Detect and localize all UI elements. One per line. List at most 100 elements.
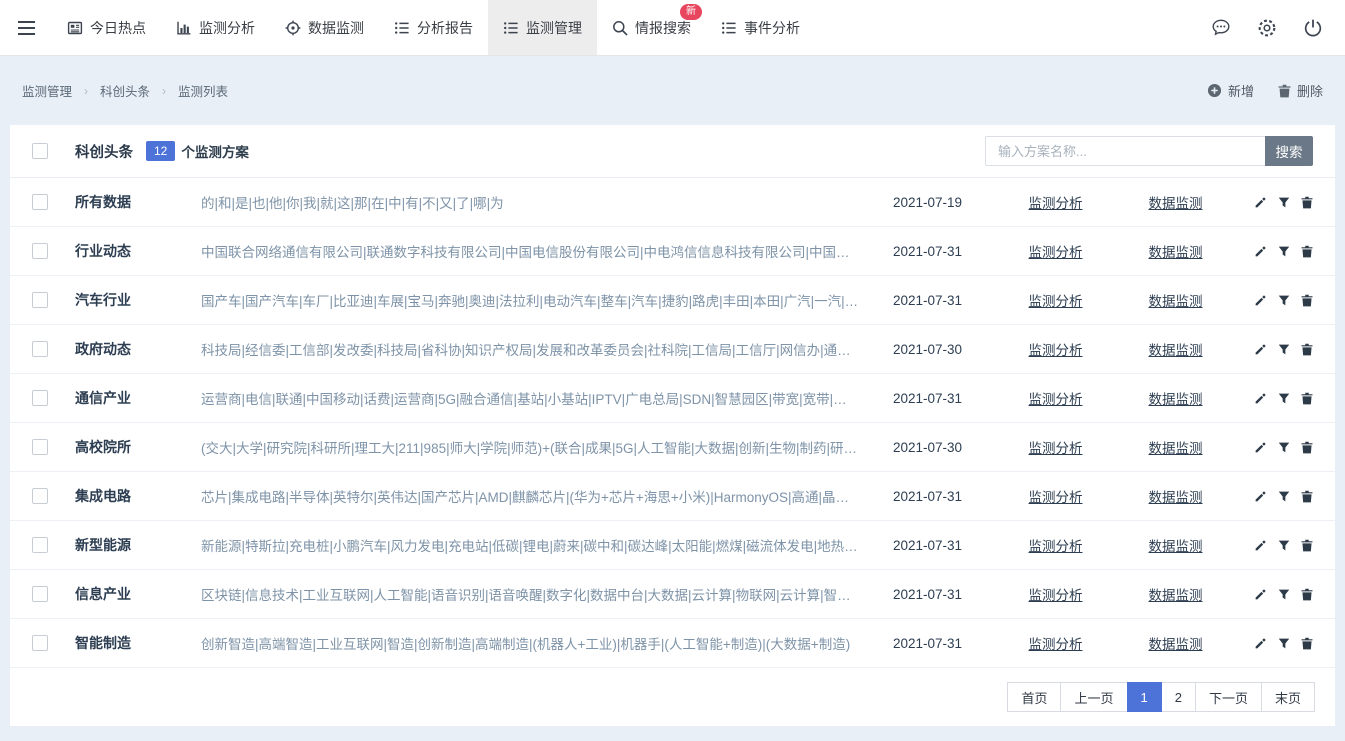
- monitor-analysis-link[interactable]: 监测分析: [993, 633, 1118, 653]
- filter-icon[interactable]: [1278, 196, 1290, 209]
- filter-icon[interactable]: [1278, 490, 1290, 503]
- logout-button[interactable]: [1303, 18, 1323, 38]
- filter-icon[interactable]: [1278, 441, 1290, 454]
- delete-icon[interactable]: [1301, 343, 1313, 356]
- row-checkbox[interactable]: [32, 194, 48, 210]
- pagination-prev[interactable]: 上一页: [1060, 682, 1127, 712]
- nav-item-intel-search[interactable]: 情报搜索 新: [597, 0, 706, 55]
- monitor-analysis-link[interactable]: 监测分析: [993, 192, 1118, 212]
- plan-keywords: 的|和|是|也|他|你|我|就|这|那|在|中|有|不|又|了|哪|为: [201, 192, 859, 212]
- row-checkbox[interactable]: [32, 243, 48, 259]
- data-monitor-link[interactable]: 数据监测: [1118, 241, 1233, 261]
- menu-toggle-button[interactable]: [0, 0, 52, 55]
- nav-item-label: 分析报告: [417, 18, 473, 38]
- nav-item-data-monitor[interactable]: 数据监测: [270, 0, 379, 55]
- monitor-analysis-link[interactable]: 监测分析: [993, 437, 1118, 457]
- breadcrumb-separator: ›: [84, 84, 88, 98]
- delete-icon[interactable]: [1301, 441, 1313, 454]
- monitor-analysis-link[interactable]: 监测分析: [993, 486, 1118, 506]
- edit-icon[interactable]: [1254, 343, 1267, 356]
- data-monitor-link[interactable]: 数据监测: [1118, 486, 1233, 506]
- delete-icon[interactable]: [1301, 294, 1313, 307]
- edit-icon[interactable]: [1254, 245, 1267, 258]
- data-monitor-link[interactable]: 数据监测: [1118, 633, 1233, 653]
- filter-icon[interactable]: [1278, 588, 1290, 601]
- data-monitor-link[interactable]: 数据监测: [1118, 584, 1233, 604]
- pagination-last[interactable]: 末页: [1261, 682, 1315, 712]
- table-row: 信息产业 区块链|信息技术|工业互联网|人工智能|语音识别|语音唤醒|数字化|数…: [10, 570, 1335, 619]
- panel-title: 科创头条: [75, 141, 133, 162]
- plan-search-input[interactable]: [985, 136, 1265, 166]
- pagination-page[interactable]: 1: [1127, 682, 1162, 712]
- row-checkbox[interactable]: [32, 292, 48, 308]
- row-checkbox[interactable]: [32, 390, 48, 406]
- edit-icon[interactable]: [1254, 539, 1267, 552]
- row-checkbox[interactable]: [32, 341, 48, 357]
- delete-icon[interactable]: [1301, 490, 1313, 503]
- delete-selected-button[interactable]: 删除: [1278, 81, 1323, 100]
- row-checkbox[interactable]: [32, 439, 48, 455]
- filter-icon[interactable]: [1278, 392, 1290, 405]
- row-checkbox[interactable]: [32, 635, 48, 651]
- delete-icon[interactable]: [1301, 245, 1313, 258]
- edit-icon[interactable]: [1254, 294, 1267, 307]
- filter-icon[interactable]: [1278, 294, 1290, 307]
- filter-icon[interactable]: [1278, 637, 1290, 650]
- edit-icon[interactable]: [1254, 441, 1267, 454]
- data-monitor-link[interactable]: 数据监测: [1118, 437, 1233, 457]
- data-monitor-link[interactable]: 数据监测: [1118, 339, 1233, 359]
- monitor-analysis-link[interactable]: 监测分析: [993, 241, 1118, 261]
- nav-item-analysis-report[interactable]: 分析报告: [379, 0, 488, 55]
- edit-icon[interactable]: [1254, 637, 1267, 650]
- edit-icon[interactable]: [1254, 392, 1267, 405]
- breadcrumb-plan-group[interactable]: 科创头条: [100, 81, 150, 100]
- nav-item-event-analysis[interactable]: 事件分析: [706, 0, 815, 55]
- monitor-analysis-link[interactable]: 监测分析: [993, 584, 1118, 604]
- plan-name: 智能制造: [75, 633, 201, 653]
- select-all-checkbox[interactable]: [32, 143, 48, 159]
- delete-icon[interactable]: [1301, 196, 1313, 209]
- row-checkbox[interactable]: [32, 537, 48, 553]
- delete-button-label: 删除: [1297, 81, 1323, 100]
- row-actions: [1233, 245, 1313, 258]
- filter-icon[interactable]: [1278, 539, 1290, 552]
- plan-date: 2021-07-31: [893, 293, 993, 308]
- pagination-page[interactable]: 2: [1161, 682, 1196, 712]
- list-icon: [503, 20, 519, 36]
- row-actions: [1233, 196, 1313, 209]
- monitor-analysis-link[interactable]: 监测分析: [993, 388, 1118, 408]
- monitor-analysis-link[interactable]: 监测分析: [993, 535, 1118, 555]
- pagination-next[interactable]: 下一页: [1195, 682, 1262, 712]
- data-monitor-link[interactable]: 数据监测: [1118, 388, 1233, 408]
- search-icon: [612, 20, 628, 36]
- delete-icon[interactable]: [1301, 392, 1313, 405]
- monitor-analysis-link[interactable]: 监测分析: [993, 290, 1118, 310]
- delete-icon[interactable]: [1301, 637, 1313, 650]
- breadcrumb-monitor-manage[interactable]: 监测管理: [22, 81, 72, 100]
- nav-item-today-hot[interactable]: 今日热点: [52, 0, 161, 55]
- edit-icon[interactable]: [1254, 588, 1267, 601]
- row-checkbox[interactable]: [32, 488, 48, 504]
- nav-item-monitor-analysis[interactable]: 监测分析: [161, 0, 270, 55]
- delete-icon[interactable]: [1301, 539, 1313, 552]
- filter-icon[interactable]: [1278, 245, 1290, 258]
- plan-date: 2021-07-19: [893, 195, 993, 210]
- breadcrumb-monitor-list[interactable]: 监测列表: [178, 81, 228, 100]
- delete-icon[interactable]: [1301, 588, 1313, 601]
- messages-button[interactable]: [1211, 18, 1231, 37]
- data-monitor-link[interactable]: 数据监测: [1118, 290, 1233, 310]
- nav-item-label: 监测分析: [199, 18, 255, 38]
- add-button[interactable]: 新增: [1207, 81, 1254, 100]
- search-button[interactable]: 搜索: [1265, 136, 1313, 166]
- settings-button[interactable]: [1257, 18, 1277, 38]
- data-monitor-link[interactable]: 数据监测: [1118, 535, 1233, 555]
- row-checkbox[interactable]: [32, 586, 48, 602]
- edit-icon[interactable]: [1254, 490, 1267, 503]
- edit-icon[interactable]: [1254, 196, 1267, 209]
- filter-icon[interactable]: [1278, 343, 1290, 356]
- data-monitor-link[interactable]: 数据监测: [1118, 192, 1233, 212]
- pagination-first[interactable]: 首页: [1007, 682, 1061, 712]
- nav-item-monitor-manage[interactable]: 监测管理: [488, 0, 597, 55]
- target-icon: [285, 20, 301, 36]
- monitor-analysis-link[interactable]: 监测分析: [993, 339, 1118, 359]
